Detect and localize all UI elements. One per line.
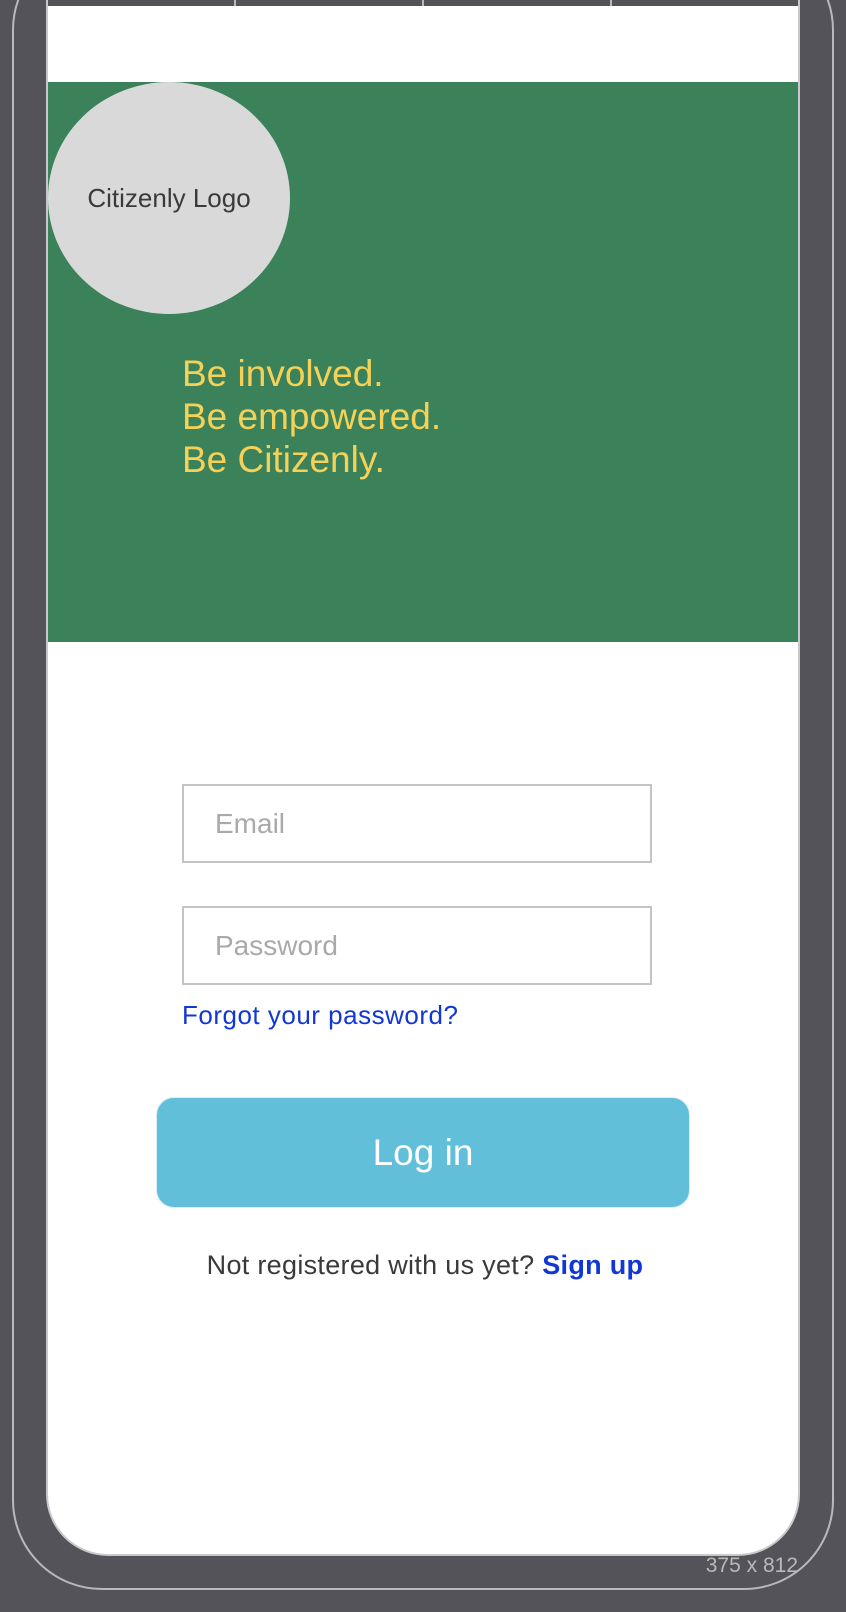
hero-banner: Citizenly Logo Be involved. Be empowered… — [48, 82, 798, 642]
logo-label: Citizenly Logo — [87, 182, 251, 213]
tagline: Be involved. Be empowered. Be Citizenly. — [182, 352, 441, 481]
phone-screen: Citizenly Logo Be involved. Be empowered… — [46, 0, 800, 1556]
tagline-line-3: Be Citizenly. — [182, 439, 385, 480]
signup-prompt-text: Not registered with us yet? — [206, 1250, 543, 1280]
signup-prompt: Not registered with us yet? Sign up — [48, 1250, 798, 1281]
email-input[interactable] — [215, 807, 650, 840]
status-bar — [48, 0, 798, 6]
password-field[interactable] — [182, 906, 652, 985]
email-field[interactable] — [182, 784, 652, 863]
signup-link[interactable]: Sign up — [542, 1250, 643, 1280]
login-button[interactable]: Log in — [156, 1097, 690, 1208]
citizenly-logo: Citizenly Logo — [48, 82, 290, 314]
tagline-line-1: Be involved. — [182, 353, 384, 394]
tagline-line-2: Be empowered. — [182, 396, 442, 437]
forgot-password-link[interactable]: Forgot your password? — [182, 1000, 458, 1031]
frame-dimensions-label: 375 x 812 — [705, 1554, 798, 1577]
password-input[interactable] — [215, 929, 650, 962]
